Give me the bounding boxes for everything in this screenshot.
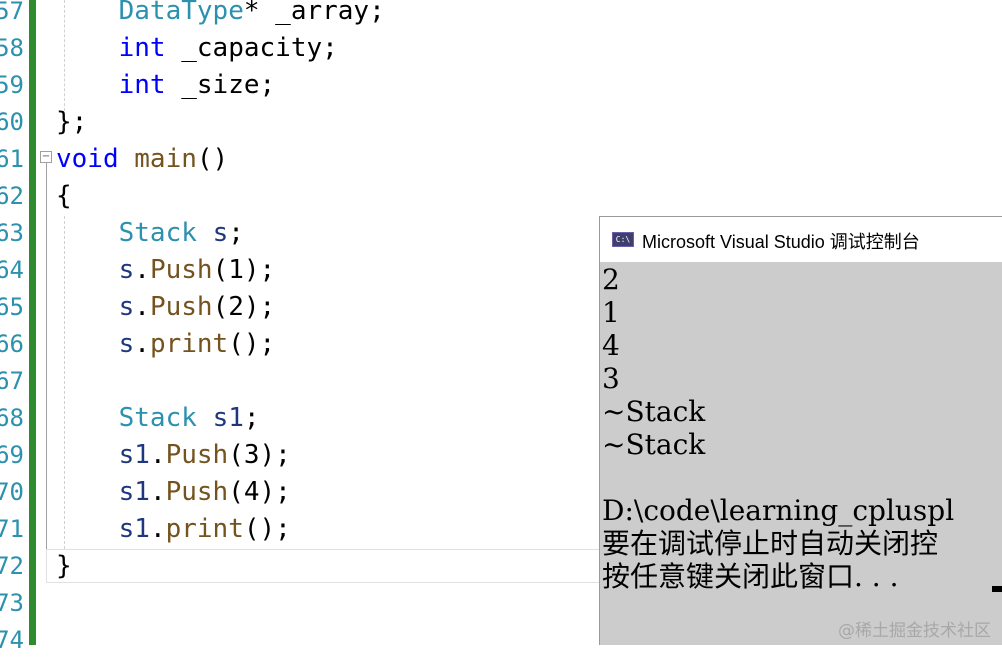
code-token: Stack bbox=[118, 218, 197, 248]
line-number: 58 bbox=[0, 34, 24, 62]
code-token: s bbox=[212, 218, 229, 248]
code-token: void bbox=[56, 144, 119, 174]
console-output-line: ~Stack bbox=[602, 428, 706, 461]
code-line[interactable]: DataType* _array; bbox=[56, 0, 385, 30]
code-token: . bbox=[134, 292, 150, 322]
code-line[interactable]: int _size; bbox=[56, 67, 276, 104]
line-number: 66 bbox=[0, 330, 24, 358]
code-line[interactable]: s1.Push(3); bbox=[56, 437, 291, 474]
line-number: 71 bbox=[0, 515, 24, 543]
code-line[interactable]: int _capacity; bbox=[56, 30, 338, 67]
code-token: print bbox=[149, 329, 229, 359]
code-token: int bbox=[118, 33, 166, 63]
code-token: . bbox=[134, 329, 150, 359]
code-token: s bbox=[118, 329, 135, 359]
watermark: @稀土掘金技术社区 bbox=[838, 621, 991, 641]
line-number: 57 bbox=[0, 0, 24, 25]
code-line[interactable]: }; bbox=[56, 104, 87, 141]
code-token: (1); bbox=[212, 255, 276, 285]
code-token: (); bbox=[228, 329, 276, 359]
line-number: 70 bbox=[0, 478, 24, 506]
code-token: main bbox=[134, 144, 197, 174]
code-token: s bbox=[118, 255, 135, 285]
line-number: 69 bbox=[0, 441, 24, 469]
line-number: 67 bbox=[0, 367, 24, 395]
code-token: DataType bbox=[118, 0, 244, 26]
code-token: (); bbox=[243, 514, 291, 544]
console-output-line: ~Stack bbox=[602, 395, 706, 428]
console-app-icon: C:\ bbox=[612, 232, 634, 247]
code-token: . bbox=[149, 440, 166, 470]
code-token: s bbox=[118, 292, 135, 322]
code-token: }; bbox=[56, 107, 88, 137]
code-token: * _array; bbox=[243, 0, 385, 26]
line-number: 65 bbox=[0, 293, 24, 321]
console-output-line: 2 bbox=[602, 263, 620, 296]
code-token: s1 bbox=[118, 477, 150, 507]
code-token: _capacity; bbox=[165, 33, 338, 63]
code-token: . bbox=[134, 255, 150, 285]
line-number: 64 bbox=[0, 256, 24, 284]
line-number: 60 bbox=[0, 108, 24, 136]
code-token: ; bbox=[243, 403, 260, 433]
code-token: ; bbox=[228, 218, 244, 248]
console-output-line: 3 bbox=[602, 362, 620, 395]
line-number-gutter: 57 58 59 60 61 62 63 64 65 66 67 68 69 70 71 72 73 74 bbox=[0, 0, 24, 654]
change-tracking-bar bbox=[29, 0, 36, 645]
code-token: int bbox=[118, 70, 166, 100]
console-title: Microsoft Visual Studio 调试控制台 bbox=[642, 232, 920, 252]
console-output-line: 按任意键关闭此窗口. . . bbox=[602, 560, 899, 593]
code-token: Push bbox=[165, 440, 229, 470]
console-output-line: 4 bbox=[602, 329, 620, 362]
code-token: Push bbox=[149, 255, 213, 285]
code-line[interactable]: s.Push(2); bbox=[56, 289, 276, 326]
code-token: (4); bbox=[228, 477, 291, 507]
code-line[interactable]: void main() bbox=[56, 141, 228, 178]
console-output-line: 1 bbox=[602, 296, 620, 329]
code-token: . bbox=[149, 477, 166, 507]
line-number: 73 bbox=[0, 589, 24, 617]
debug-console-window[interactable]: C:\ Microsoft Visual Studio 调试控制台 2 1 4 3 ~S… bbox=[599, 216, 1002, 645]
code-line[interactable]: s1.print(); bbox=[56, 511, 291, 548]
code-line[interactable]: Stack s1; bbox=[56, 400, 260, 437]
code-line[interactable]: { bbox=[56, 178, 72, 215]
console-output[interactable]: 2 1 4 3 ~Stack ~Stack D:\code\learning_cpluspl… bbox=[600, 263, 1002, 645]
line-number: 74 bbox=[0, 626, 24, 654]
code-line[interactable]: Stack s; bbox=[56, 215, 244, 252]
code-token: s1 bbox=[118, 514, 150, 544]
code-token: _size; bbox=[165, 70, 276, 100]
code-line[interactable]: } bbox=[56, 548, 72, 585]
code-token: } bbox=[56, 551, 72, 581]
code-token: Push bbox=[165, 477, 229, 507]
line-number: 59 bbox=[0, 71, 24, 99]
console-title-bar[interactable]: C:\ Microsoft Visual Studio 调试控制台 bbox=[600, 217, 1002, 262]
code-token: s1 bbox=[118, 440, 150, 470]
code-token: . bbox=[149, 514, 166, 544]
code-token: { bbox=[56, 181, 72, 211]
line-number: 61 bbox=[0, 145, 24, 173]
code-line[interactable]: s1.Push(4); bbox=[56, 474, 291, 511]
code-token: s1 bbox=[212, 403, 244, 433]
code-token: () bbox=[196, 144, 229, 174]
code-token: Push bbox=[149, 292, 213, 322]
code-line[interactable]: s.Push(1); bbox=[56, 252, 276, 289]
console-output-line: 要在调试停止时自动关闭控 bbox=[602, 527, 939, 560]
code-token: (3); bbox=[228, 440, 291, 470]
console-output-line: D:\code\learning_cpluspl bbox=[602, 494, 955, 527]
code-token: Stack bbox=[118, 403, 197, 433]
line-number: 62 bbox=[0, 182, 24, 210]
code-token: print bbox=[165, 514, 244, 544]
line-number: 68 bbox=[0, 404, 24, 432]
line-number: 72 bbox=[0, 552, 24, 580]
console-cursor bbox=[992, 586, 1002, 592]
code-token: (2); bbox=[212, 292, 276, 322]
line-number: 63 bbox=[0, 219, 24, 247]
code-line[interactable]: s.print(); bbox=[56, 326, 276, 363]
